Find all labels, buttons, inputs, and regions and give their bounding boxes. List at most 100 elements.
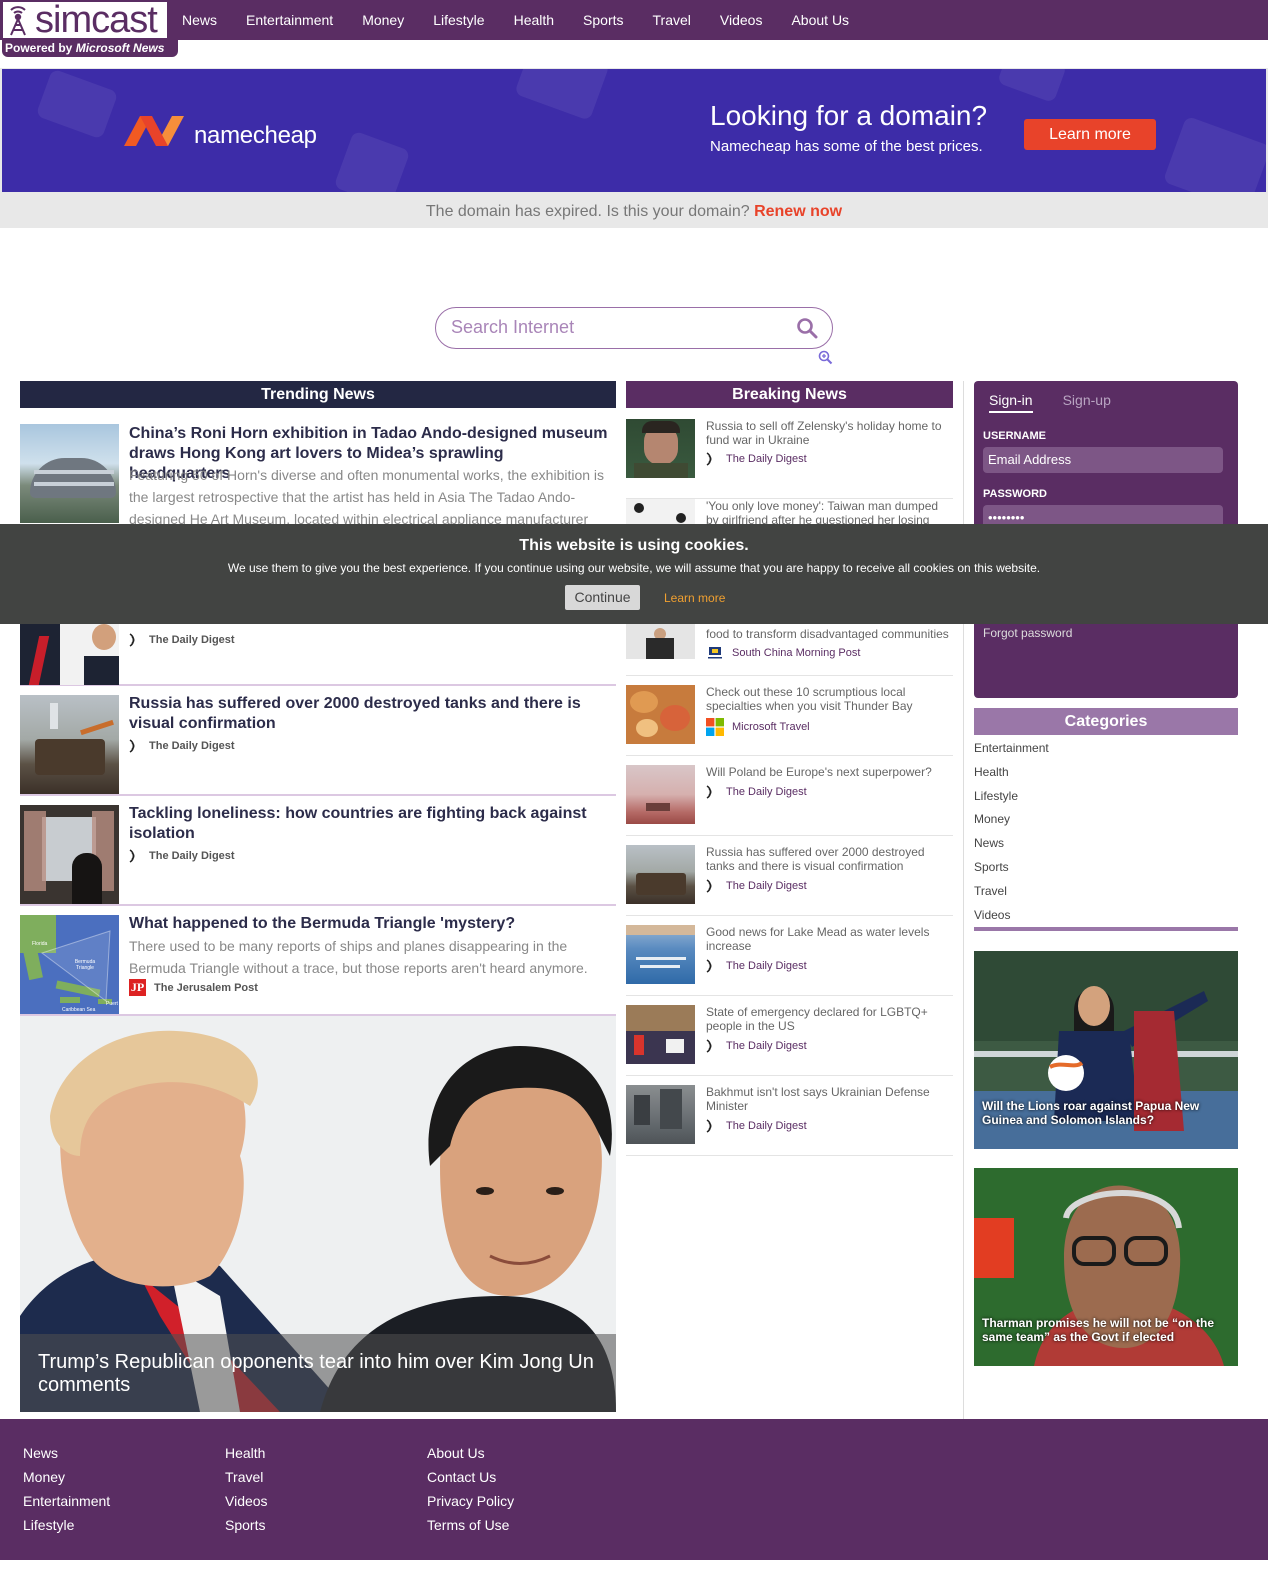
footer-column: News Money Entertainment Lifestyle	[23, 1445, 110, 1541]
footer-link[interactable]: Lifestyle	[23, 1517, 110, 1541]
zoom-in-icon[interactable]	[818, 350, 833, 370]
article-title[interactable]: Russia to sell off Zelensky's holiday ho…	[706, 419, 953, 447]
footer-link[interactable]: About Us	[427, 1445, 514, 1469]
footer-link[interactable]: Privacy Policy	[427, 1493, 514, 1517]
category-health[interactable]: Health	[974, 764, 1238, 788]
category-news[interactable]: News	[974, 835, 1238, 859]
article-source: The Daily Digest	[129, 848, 235, 864]
nav-videos[interactable]: Videos	[720, 0, 763, 40]
article-title[interactable]: 'You only love money': Taiwan man dumped…	[706, 499, 953, 524]
tab-sign-in[interactable]: Sign-in	[989, 392, 1033, 413]
digest-icon	[129, 633, 135, 647]
category-sports[interactable]: Sports	[974, 859, 1238, 883]
footer-link[interactable]: Entertainment	[23, 1493, 110, 1517]
username-field[interactable]: Email Address	[983, 447, 1223, 473]
category-money[interactable]: Money	[974, 811, 1238, 835]
category-videos[interactable]: Videos	[974, 907, 1238, 931]
digest-icon	[706, 785, 712, 799]
breaking-item[interactable]: Russia to sell off Zelensky's holiday ho…	[626, 419, 953, 499]
tab-sign-up[interactable]: Sign-up	[1063, 392, 1111, 413]
microsoft-icon	[706, 718, 724, 736]
footer-column: About Us Contact Us Privacy Policy Terms…	[427, 1445, 514, 1541]
article-source: The Daily Digest	[706, 878, 807, 894]
article-title[interactable]: Bakhmut isn't lost says Ukrainian Defens…	[706, 1085, 953, 1113]
cookie-learn-more-link[interactable]: Learn more	[664, 591, 725, 605]
category-entertainment[interactable]: Entertainment	[974, 740, 1238, 764]
breaking-item[interactable]: food to transform disadvantaged communit…	[626, 624, 953, 676]
breaking-item[interactable]: Bakhmut isn't lost says Ukrainian Defens…	[626, 1076, 953, 1156]
trending-item[interactable]: Tackling loneliness: how countries are f…	[20, 796, 616, 906]
article-title[interactable]: Russia has suffered over 2000 destroyed …	[129, 694, 609, 734]
search-input[interactable]	[451, 317, 781, 338]
footer-column: Health Travel Videos Sports	[225, 1445, 268, 1541]
jerusalem-post-icon: JP	[129, 979, 146, 996]
footer-link[interactable]: Travel	[225, 1469, 268, 1493]
trending-item[interactable]: Russia has suffered over 2000 destroyed …	[20, 686, 616, 796]
article-title[interactable]: Check out these 10 scrumptious local spe…	[706, 685, 953, 713]
namecheap-logo-icon	[124, 116, 184, 146]
powered-prefix: Powered by	[5, 41, 73, 55]
footer-link[interactable]: Health	[225, 1445, 268, 1469]
source-name: The Daily Digest	[726, 453, 807, 465]
site-logo[interactable]: simcast Powered by Microsoft News	[2, 1, 178, 57]
article-title[interactable]: Russia has suffered over 2000 destroyed …	[706, 845, 953, 873]
search-icon[interactable]	[796, 317, 818, 344]
breaking-item[interactable]: Will Poland be Europe's next superpower?…	[626, 756, 953, 836]
breaking-item[interactable]: Good news for Lake Mead as water levels …	[626, 916, 953, 996]
article-summary: There used to be many reports of ships a…	[129, 938, 588, 976]
footer-link[interactable]: Contact Us	[427, 1469, 514, 1493]
footer-link[interactable]: News	[23, 1445, 110, 1469]
deco-shape	[1162, 115, 1266, 192]
categories-header: Categories	[974, 708, 1238, 735]
breaking-item[interactable]: Check out these 10 scrumptious local spe…	[626, 676, 953, 756]
nav-entertainment[interactable]: Entertainment	[246, 0, 333, 40]
nav-about-us[interactable]: About Us	[791, 0, 849, 40]
nav-lifestyle[interactable]: Lifestyle	[433, 0, 484, 40]
article-title[interactable]: Will Poland be Europe's next superpower?	[706, 765, 953, 779]
article-title[interactable]: Good news for Lake Mead as water levels …	[706, 925, 953, 953]
expired-text: The domain has expired. Is this your dom…	[425, 203, 750, 220]
article-source: The Daily Digest	[706, 451, 807, 467]
footer-link[interactable]: Money	[23, 1469, 110, 1493]
cookie-title: This website is using cookies.	[519, 537, 749, 554]
breaking-item[interactable]: State of emergency declared for LGBTQ+ p…	[626, 996, 953, 1076]
nav-health[interactable]: Health	[514, 0, 554, 40]
nav-sports[interactable]: Sports	[583, 0, 623, 40]
article-title[interactable]: State of emergency declared for LGBTQ+ p…	[706, 1005, 953, 1033]
article-title[interactable]: food to transform disadvantaged communit…	[706, 627, 953, 641]
article-title[interactable]: What happened to the Bermuda Triangle 'm…	[129, 914, 609, 934]
photo-shape	[80, 719, 114, 736]
namecheap-wordmark: namecheap	[194, 122, 317, 149]
category-travel[interactable]: Travel	[974, 883, 1238, 907]
renew-now-link[interactable]: Renew now	[754, 203, 842, 220]
ad-banner[interactable]: namecheap Looking for a domain? Namechea…	[2, 69, 1266, 192]
side-story-card[interactable]: Tharman promises he will not be “on the …	[974, 1168, 1238, 1366]
side-story-card[interactable]: Will the Lions roar against Papua New Gu…	[974, 951, 1238, 1149]
forgot-password-link[interactable]: Forgot password	[983, 626, 1072, 640]
photo-shape	[84, 656, 119, 685]
trending-item[interactable]: China’s Roni Horn exhibition in Tadao An…	[20, 424, 616, 527]
hero-article[interactable]: Trump’s Republican opponents tear into h…	[20, 1016, 616, 1412]
source-name: The Daily Digest	[726, 786, 807, 798]
footer-link[interactable]: Terms of Use	[427, 1517, 514, 1541]
breaking-item[interactable]: 'You only love money': Taiwan man dumped…	[626, 499, 953, 524]
footer-link[interactable]: Videos	[225, 1493, 268, 1517]
nav-news[interactable]: News	[182, 0, 217, 40]
top-navbar: News Entertainment Money Lifestyle Healt…	[0, 0, 1268, 40]
ad-learn-more-button[interactable]: Learn more	[1024, 119, 1156, 150]
photo-shape	[634, 463, 688, 478]
article-thumbnail	[20, 424, 119, 523]
footer-link[interactable]: Sports	[225, 1517, 268, 1541]
nav-money[interactable]: Money	[362, 0, 404, 40]
breaking-item[interactable]: Russia has suffered over 2000 destroyed …	[626, 836, 953, 916]
nav-travel[interactable]: Travel	[653, 0, 691, 40]
article-title[interactable]: Tackling loneliness: how countries are f…	[129, 804, 609, 844]
digest-icon	[706, 1119, 712, 1133]
scmp-icon	[708, 647, 722, 659]
trending-item[interactable]: Florida Bermuda Triangle Puert Caribbean…	[20, 906, 616, 1016]
source-name: The Daily Digest	[149, 740, 235, 752]
category-lifestyle[interactable]: Lifestyle	[974, 788, 1238, 812]
source-name: South China Morning Post	[732, 647, 861, 659]
password-label: PASSWORD	[983, 488, 1047, 500]
cookie-continue-button[interactable]: Continue	[565, 585, 640, 610]
